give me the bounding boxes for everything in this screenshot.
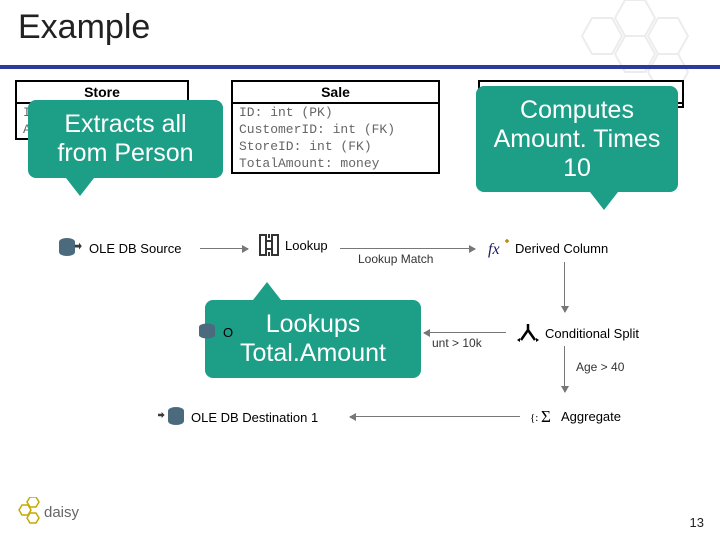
- arrow: [564, 262, 565, 312]
- node-label: Aggregate: [561, 409, 621, 424]
- svg-text:Σ: Σ: [541, 407, 551, 426]
- edge-label-amount: unt > 10k: [432, 336, 482, 350]
- slide-title: Example: [18, 8, 150, 47]
- database-icon: [198, 323, 218, 341]
- arrow: [340, 248, 475, 249]
- callout-text: Lookups Total.Amount: [240, 310, 386, 367]
- node-label: Derived Column: [515, 241, 608, 256]
- node-ole-db-destination: OLE DB Destination 1: [158, 406, 318, 428]
- callout-tail: [66, 178, 94, 196]
- node-ole-partial: O: [198, 323, 233, 341]
- node-ole-db-source: OLE DB Source: [58, 237, 182, 259]
- schema-header: Sale: [233, 82, 438, 104]
- edge-label-lookup-match: Lookup Match: [358, 252, 433, 266]
- arrow: [564, 346, 565, 392]
- lookup-icon: [258, 232, 280, 258]
- node-label: OLE DB Source: [89, 241, 182, 256]
- fx-icon: fx: [486, 237, 510, 259]
- arrow: [350, 416, 520, 417]
- database-icon: [58, 237, 84, 259]
- callout-tail: [253, 282, 281, 300]
- arrow: [200, 248, 248, 249]
- edge-label-age: Age > 40: [576, 360, 624, 374]
- callout-extracts: Extracts all from Person: [28, 100, 223, 178]
- callout-computes: Computes Amount. Times 10: [476, 86, 678, 192]
- node-label: Lookup: [285, 238, 328, 253]
- schema-row: CustomerID: int (FK): [233, 121, 438, 138]
- split-icon: [516, 322, 540, 344]
- node-derived-column: fx Derived Column: [486, 237, 608, 259]
- logo-text: daisy: [44, 504, 80, 521]
- callout-text: Computes Amount. Times 10: [494, 96, 661, 182]
- page-number: 13: [690, 515, 704, 530]
- callout-text: Extracts all from Person: [57, 110, 193, 167]
- callout-lookups: Lookups Total.Amount: [205, 300, 421, 378]
- schema-row: StoreID: int (FK): [233, 138, 438, 155]
- title-underline: [0, 65, 720, 69]
- schema-row: ID: int (PK): [233, 104, 438, 121]
- arrow: [424, 332, 506, 333]
- node-label: Conditional Split: [545, 326, 639, 341]
- daisy-logo: daisy: [16, 497, 96, 530]
- svg-text:fx: fx: [488, 241, 500, 258]
- callout-tail: [590, 192, 618, 210]
- svg-text:{:: {:: [530, 412, 538, 424]
- database-dest-icon: [158, 406, 186, 428]
- node-label: OLE DB Destination 1: [191, 410, 318, 425]
- schema-sale: Sale ID: int (PK) CustomerID: int (FK) S…: [231, 80, 440, 174]
- node-aggregate: {: Σ Aggregate: [530, 405, 621, 427]
- aggregate-icon: {: Σ: [530, 405, 556, 427]
- node-label: O: [223, 325, 233, 340]
- schema-row: TotalAmount: money: [233, 155, 438, 172]
- node-lookup: Lookup: [258, 232, 328, 258]
- node-conditional-split: Conditional Split: [516, 322, 639, 344]
